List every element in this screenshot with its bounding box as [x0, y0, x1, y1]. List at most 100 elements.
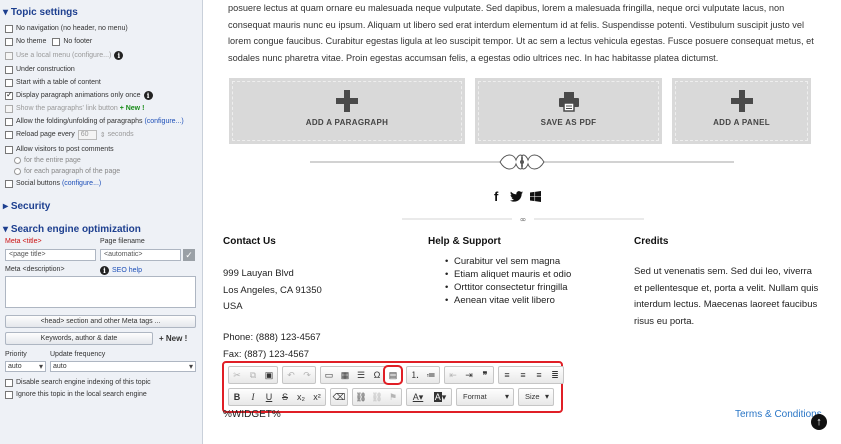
topic-settings-header[interactable]: ▾ Topic settings — [3, 7, 78, 18]
each-paragraph-radio[interactable] — [14, 168, 21, 175]
underline-icon[interactable]: U — [261, 389, 277, 405]
seo-help[interactable]: i SEO help — [100, 265, 142, 276]
disable-indexing-checkbox[interactable] — [5, 378, 13, 387]
table-of-content-option[interactable]: Start with a table of content — [5, 77, 101, 88]
reload-checkbox[interactable] — [5, 130, 13, 139]
copy-icon[interactable]: ⧉ — [245, 367, 261, 383]
bold-icon[interactable]: B — [229, 389, 245, 405]
meta-title-input[interactable]: <page title> — [5, 249, 96, 261]
unlink-icon[interactable]: ⛓ — [369, 389, 385, 405]
numbered-list-icon[interactable]: ⒈ — [407, 367, 423, 383]
social-buttons-option[interactable]: Social buttons (configure...) — [5, 178, 101, 189]
link-icon[interactable]: ⛓ — [353, 389, 369, 405]
info-icon[interactable]: i — [114, 51, 124, 60]
add-paragraph-button[interactable]: ADD A PARAGRAPH — [229, 78, 465, 144]
scroll-to-top-icon[interactable]: ↑ — [811, 414, 827, 430]
windows-icon[interactable] — [530, 191, 541, 202]
reload-option[interactable]: Reload page every 60 ⇕ seconds — [5, 129, 134, 140]
entire-page-radio[interactable] — [14, 157, 21, 164]
priority-select[interactable]: auto — [5, 361, 46, 372]
confirm-filename-button[interactable]: ✓ — [183, 249, 195, 261]
table-of-content-checkbox[interactable] — [5, 78, 13, 87]
special-char-icon[interactable]: Ω — [369, 367, 385, 383]
paragraph-text[interactable]: posuere lectus at quam ornare eu malesua… — [228, 0, 818, 66]
social-buttons-checkbox[interactable] — [5, 179, 13, 188]
paste-icon[interactable]: ▣ — [261, 367, 277, 383]
ignore-local-search-checkbox[interactable] — [5, 390, 13, 399]
no-navigation-option[interactable]: No navigation (no header, no menu) — [5, 23, 128, 34]
head-section-button[interactable]: <head> section and other Meta tags ... — [5, 315, 196, 328]
undo-icon[interactable]: ↶ — [283, 367, 299, 383]
folding-option[interactable]: Allow the folding/unfolding of paragraph… — [5, 116, 184, 127]
table-icon[interactable]: ▦ — [337, 367, 353, 383]
align-left-icon[interactable]: ≡ — [499, 367, 515, 383]
format-dropdown[interactable]: Format — [456, 388, 514, 406]
align-right-icon[interactable]: ≡ — [531, 367, 547, 383]
cut-icon[interactable]: ✂ — [229, 367, 245, 383]
contact-phone: Phone: (888) 123-4567 Fax: (887) 123-456… — [223, 332, 321, 360]
twitter-icon[interactable] — [510, 191, 523, 202]
stepper-icon[interactable]: ⇕ — [100, 131, 106, 139]
outdent-icon[interactable]: ⇤ — [445, 367, 461, 383]
list-item[interactable]: Curabitur vel sem magna — [445, 255, 571, 268]
no-navigation-checkbox[interactable] — [5, 24, 13, 33]
paragraph-animations-checkbox[interactable] — [5, 90, 13, 100]
bulleted-list-icon[interactable]: ≔ — [423, 367, 439, 383]
no-theme-checkbox[interactable] — [5, 37, 13, 46]
background-color-icon[interactable]: A▾ — [429, 389, 451, 405]
comments-option[interactable]: Allow visitors to post comments — [5, 144, 114, 155]
image-icon[interactable]: ▭ — [321, 367, 337, 383]
align-center-icon[interactable]: ≡ — [515, 367, 531, 383]
meta-description-textarea[interactable] — [5, 276, 196, 308]
paragraph-link-option[interactable]: Show the paragraphs' link button + New ! — [5, 103, 144, 114]
keywords-button[interactable]: Keywords, author & date — [5, 332, 153, 345]
horizontal-line-icon[interactable]: ☰ — [353, 367, 369, 383]
redo-icon[interactable]: ↷ — [299, 367, 315, 383]
blockquote-icon[interactable]: ❞ — [477, 367, 493, 383]
folding-configure-link[interactable]: (configure...) — [144, 118, 183, 125]
indent-icon[interactable]: ⇥ — [461, 367, 477, 383]
text-color-icon[interactable]: A▾ — [407, 389, 429, 405]
meta-description-label: Meta <description> — [5, 266, 65, 273]
local-menu-option[interactable]: Use a local menu (configure...) i — [5, 50, 124, 61]
list-item[interactable]: Aenean vitae velit libero — [445, 294, 571, 307]
seo-header[interactable]: ▾ Search engine optimization — [3, 224, 141, 235]
italic-icon[interactable]: I — [245, 389, 261, 405]
comments-checkbox[interactable] — [5, 145, 13, 154]
security-header[interactable]: ▸ Security — [3, 201, 50, 212]
list-item[interactable]: Orttitor consectetur fringilla — [445, 281, 571, 294]
add-panel-button[interactable]: ADD A PANEL — [672, 78, 811, 144]
info-icon[interactable]: i — [143, 91, 153, 100]
page-filename-input[interactable]: <automatic> — [100, 249, 181, 261]
social-configure-link[interactable]: (configure...) — [62, 180, 101, 187]
plus-icon — [336, 90, 358, 112]
insert-widget-icon[interactable]: ▤ — [383, 365, 403, 385]
subscript-icon[interactable]: x₂ — [293, 389, 309, 405]
ignore-local-search-option[interactable]: Ignore this topic in the local search en… — [5, 389, 147, 400]
no-footer-checkbox[interactable] — [52, 37, 61, 46]
disable-indexing-option[interactable]: Disable search engine indexing of this t… — [5, 377, 151, 388]
update-frequency-select[interactable]: auto — [50, 361, 196, 372]
comments-entire-page-option[interactable]: for the entire page — [14, 155, 81, 166]
strikethrough-icon[interactable]: S — [277, 389, 293, 405]
terms-link[interactable]: Terms & Conditions — [735, 409, 822, 420]
printer-icon — [558, 90, 580, 112]
local-menu-checkbox[interactable] — [5, 51, 13, 60]
facebook-icon[interactable]: f — [494, 189, 498, 204]
save-pdf-button[interactable]: SAVE AS PDF — [475, 78, 662, 144]
under-construction-option[interactable]: Under construction — [5, 64, 75, 75]
size-dropdown[interactable]: Size — [518, 388, 554, 406]
paragraph-animations-option[interactable]: Display paragraph animations only oncei — [5, 90, 153, 101]
help-title: Help & Support — [428, 236, 501, 247]
no-theme-option[interactable]: No theme No footer — [5, 36, 92, 47]
folding-checkbox[interactable] — [5, 117, 13, 126]
reload-seconds-input[interactable]: 60 — [77, 129, 97, 140]
paragraph-link-checkbox[interactable] — [5, 104, 13, 113]
justify-icon[interactable]: ≣ — [547, 367, 563, 383]
anchor-icon[interactable]: ⚑ — [385, 389, 401, 405]
remove-format-icon[interactable]: ⌫ — [331, 389, 347, 405]
under-construction-checkbox[interactable] — [5, 65, 13, 74]
comments-each-paragraph-option[interactable]: for each paragraph of the page — [14, 166, 120, 177]
superscript-icon[interactable]: x² — [309, 389, 325, 405]
list-item[interactable]: Etiam aliquet mauris et odio — [445, 268, 571, 281]
